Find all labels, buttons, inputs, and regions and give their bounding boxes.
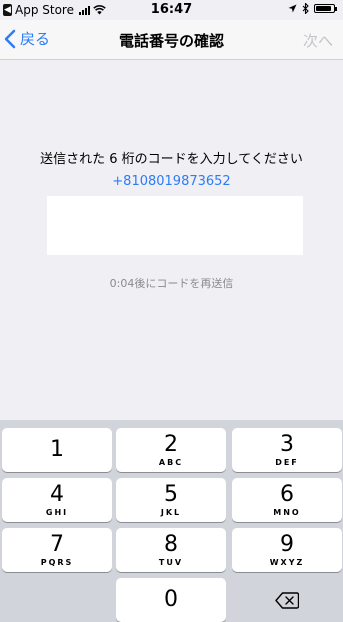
key-8[interactable]: 8 TUV (116, 528, 226, 572)
key-letters: GHI (45, 508, 69, 517)
key-digit: 2 (164, 432, 178, 457)
verification-code-input[interactable] (47, 196, 303, 255)
key-2[interactable]: 2 ABC (116, 428, 226, 472)
bluetooth-icon (302, 3, 309, 14)
status-right (288, 3, 337, 14)
key-digit: 0 (164, 587, 178, 612)
key-5[interactable]: 5 JKL (116, 478, 226, 522)
battery-icon (314, 4, 337, 13)
key-digit: 3 (280, 432, 294, 457)
navigation-bar: 戻る 電話番号の確認 次へ (0, 20, 343, 60)
key-digit: 1 (50, 437, 64, 462)
key-7[interactable]: 7 PQRS (2, 528, 112, 572)
backspace-icon (275, 591, 299, 609)
key-letters: MNO (273, 508, 301, 517)
delete-key[interactable] (232, 578, 342, 622)
next-button[interactable]: 次へ (303, 30, 333, 51)
page-title: 電話番号の確認 (118, 32, 224, 50)
key-1[interactable]: 1 (2, 428, 112, 472)
location-icon (288, 4, 297, 13)
resend-countdown: 0:04後にコードを再送信 (109, 277, 234, 290)
key-letters: PQRS (40, 558, 74, 567)
key-4[interactable]: 4 GHI (2, 478, 112, 522)
key-6[interactable]: 6 MNO (232, 478, 342, 522)
key-letters: DEF (275, 458, 299, 467)
phone-number: +8108019873652 (112, 174, 231, 189)
key-3[interactable]: 3 DEF (232, 428, 342, 472)
key-digit: 8 (164, 532, 178, 557)
numeric-keypad: 1 2 ABC 3 DEF 4 GHI 5 JKL 6 MNO 7 PQRS 8… (0, 420, 343, 622)
key-letters: ABC (158, 458, 184, 467)
instruction-text: 送信された 6 桁のコードを入力してください (40, 152, 303, 167)
key-letters: TUV (158, 558, 184, 567)
key-digit: 6 (280, 482, 294, 507)
key-letters: JKL (160, 508, 182, 517)
key-digit: 5 (164, 482, 178, 507)
key-9[interactable]: 9 WXYZ (232, 528, 342, 572)
key-digit: 7 (50, 532, 64, 557)
key-digit: 9 (280, 532, 294, 557)
key-0[interactable]: 0 (116, 578, 226, 622)
status-bar: ◀ App Store 16:47 (0, 0, 343, 20)
key-digit: 4 (50, 482, 64, 507)
key-letters: WXYZ (269, 558, 305, 567)
